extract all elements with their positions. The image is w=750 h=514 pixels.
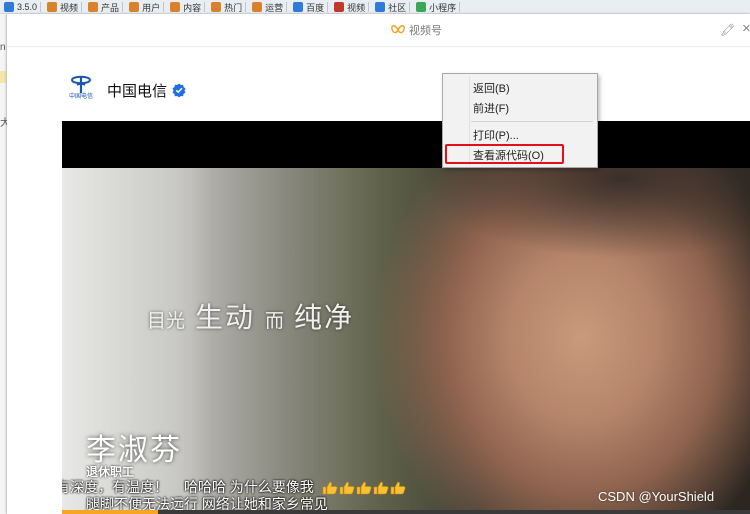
bookmark-separator [286, 2, 288, 12]
bookmark-separator [327, 2, 329, 12]
close-icon[interactable]: × [742, 20, 750, 37]
highlight-strip [0, 71, 6, 83]
bookmark-favicon-icon [334, 2, 345, 12]
menu-item-print[interactable]: 打印(P)... [473, 127, 519, 143]
csdn-watermark: CSDN @YourShield [598, 489, 715, 504]
bookmark-item[interactable]: 百度 [293, 0, 329, 13]
bookmark-item[interactable]: 视频 [47, 0, 83, 13]
bookmark-label: 社区 [388, 2, 407, 13]
account-header: 中国电信 中国电信 [67, 74, 186, 106]
page-edge-text: n [0, 42, 6, 53]
bookmark-label: 百度 [306, 2, 325, 13]
bookmark-favicon-icon [293, 2, 304, 12]
bookmark-favicon-icon [170, 2, 181, 12]
bookmark-favicon-icon [252, 2, 263, 12]
telecom-logo-icon [71, 75, 91, 93]
bookmark-separator [409, 2, 411, 12]
window-title-text: 视频号 [409, 25, 442, 37]
thumbs-up-icon [373, 481, 389, 495]
bookmark-separator [163, 2, 165, 12]
bookmark-item[interactable]: 用户 [129, 0, 165, 13]
pin-icon[interactable]: 🖍︎ [720, 23, 735, 37]
subtitle-word: 生动 [195, 301, 256, 334]
channels-butterfly-icon [391, 25, 405, 34]
bookmark-favicon-icon [129, 2, 140, 12]
bookmark-item[interactable]: 小程序 [416, 0, 461, 13]
bookmark-label: 用户 [142, 2, 161, 13]
bookmark-item[interactable]: 热门 [211, 0, 247, 13]
bookmark-label: 视频 [347, 2, 366, 13]
bookmark-item[interactable]: 视频 [334, 0, 370, 13]
bookmark-separator [459, 2, 461, 12]
menu-item-back[interactable]: 返回(B) [473, 80, 510, 96]
subtitle-word: 而 [265, 310, 285, 332]
video-progress-bar[interactable] [62, 510, 750, 514]
logo-caption: 中国电信 [68, 94, 93, 100]
thumbs-up-icon [339, 481, 355, 495]
frame-shadow [402, 168, 750, 258]
menu-item-forward[interactable]: 前进(F) [473, 100, 509, 116]
bookmark-separator [40, 2, 42, 12]
verified-badge-icon [172, 83, 186, 97]
danmaku-text: 哈哈哈 为什么要像我 [184, 479, 314, 495]
title-bar: 视频号 🖍︎ × [7, 14, 750, 47]
china-telecom-logo[interactable]: 中国电信 [67, 74, 95, 106]
bookmark-favicon-icon [47, 2, 58, 12]
bookmark-label: 产品 [101, 2, 120, 13]
subtitle-word: 目光 [147, 310, 186, 332]
bookmark-item[interactable]: 产品 [88, 0, 124, 13]
bookmark-item[interactable]: 内容 [170, 0, 206, 13]
bookmark-item[interactable]: 运营 [252, 0, 288, 13]
bookmark-label: 运营 [265, 2, 284, 13]
bookmark-label: 3.5.0 [17, 2, 38, 12]
bookmark-separator [122, 2, 124, 12]
bookmarks-bar: 3.5.0 视频 产品 用户 内容 热门 运营 百度 视频 社区 小程序 [0, 0, 750, 14]
bookmark-favicon-icon [88, 2, 99, 12]
bookmark-separator [81, 2, 83, 12]
bookmark-label: 热门 [224, 2, 243, 13]
thumbs-up-emojis [322, 481, 406, 495]
video-player[interactable]: 目光 生动 而 纯净 李淑芬 退休职工 有深度，有温度！ 哈哈哈 为什么要像我 腿… [62, 121, 750, 514]
bookmark-separator [204, 2, 206, 12]
window-title: 视频号 [391, 22, 442, 38]
bookmark-item[interactable]: 3.5.0 [4, 0, 42, 13]
thumbs-up-icon [356, 481, 372, 495]
bookmark-label: 视频 [60, 2, 79, 13]
subtitle-word: 纯净 [294, 301, 355, 334]
bookmark-label: 内容 [183, 2, 202, 13]
bookmark-favicon-icon [4, 2, 14, 12]
bookmark-favicon-icon [416, 2, 427, 12]
danmaku-text: 有深度，有温度！ [62, 479, 168, 495]
bookmark-favicon-icon [211, 2, 222, 12]
account-name[interactable]: 中国电信 [107, 80, 167, 101]
menu-separator [471, 121, 593, 122]
bookmark-label: 小程序 [429, 2, 457, 13]
bookmark-item[interactable]: 社区 [375, 0, 411, 13]
video-subtitle: 目光 生动 而 纯净 [147, 296, 354, 336]
bookmark-separator [368, 2, 370, 12]
bookmark-separator [245, 2, 247, 12]
background-page-edge: n 大 [0, 14, 10, 514]
bookmark-favicon-icon [375, 2, 386, 12]
view-source-highlight-box [445, 144, 564, 164]
video-progress-fill [62, 510, 159, 514]
thumbs-up-icon [390, 481, 406, 495]
